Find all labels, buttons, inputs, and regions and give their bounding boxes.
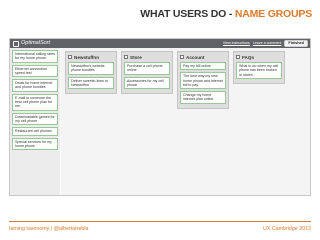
group-name[interactable]: Newstuffnn	[74, 55, 99, 60]
group-name[interactable]: Account	[186, 55, 204, 60]
slide-title-part2: NAME GROUPS	[234, 8, 312, 20]
card[interactable]: Downloadable games for my cell phone	[12, 112, 58, 126]
app-logo: OptimalSort	[13, 40, 50, 47]
finished-button[interactable]: Finished	[284, 40, 308, 47]
logo-text: OptimalSort	[21, 40, 51, 46]
group-header: Account	[180, 54, 226, 60]
group-account[interactable]: Account Pay my bill online The best way …	[177, 51, 229, 109]
expand-icon[interactable]	[180, 55, 184, 59]
group-faqs[interactable]: FAQs What to do when my cell phone has b…	[233, 51, 285, 84]
card[interactable]: Pay my bill online	[180, 62, 226, 71]
expand-icon[interactable]	[236, 55, 240, 59]
card[interactable]: E-mail to someone the best cell phone pl…	[12, 93, 58, 111]
app-bar: OptimalSort View instructions Leave a co…	[10, 39, 310, 48]
group-header: Store	[124, 54, 170, 60]
group-name[interactable]: FAQs	[242, 55, 254, 60]
view-instructions-link[interactable]: View instructions	[223, 40, 250, 47]
footer-credit: taming taxonomy | @albertatrebla	[9, 226, 89, 232]
expand-icon[interactable]	[124, 55, 128, 59]
unsorted-cards-panel: International calling rates for my home …	[10, 48, 60, 195]
card[interactable]: Deals for home internet and phone bundle…	[12, 79, 58, 92]
group-header: Newstuffnn	[68, 54, 114, 60]
sort-area: Newstuffnn Newstuffnn's website phone bu…	[61, 48, 310, 195]
footer-event: UX Cambridge 2013	[263, 226, 311, 232]
groups-row: Newstuffnn Newstuffnn's website phone bu…	[65, 51, 306, 109]
card[interactable]: Deliver sweetin-lines to Newstuffnn	[68, 76, 114, 90]
footer-divider	[9, 221, 311, 222]
card-sort-screenshot: OptimalSort View instructions Leave a co…	[9, 38, 311, 196]
card[interactable]: Newstuffnn's website phone bundles	[68, 62, 114, 75]
group-header: FAQs	[236, 54, 282, 60]
card[interactable]: Ethernet connection speed test	[12, 64, 58, 78]
card[interactable]: What to do when my cell phone has been b…	[236, 62, 282, 79]
slide-title-part1: WHAT USERS DO -	[140, 8, 235, 20]
card[interactable]: Change my home internet plan online	[180, 91, 226, 104]
logo-icon	[13, 40, 19, 47]
slide-title: WHAT USERS DO - NAME GROUPS	[140, 8, 312, 20]
leave-comment-link[interactable]: Leave a comment	[253, 40, 282, 47]
card[interactable]: Accessories for my cell phone	[124, 76, 170, 90]
card[interactable]: Purchase a cell phone online	[124, 62, 170, 75]
card[interactable]: Restaurant cell phones	[12, 127, 58, 136]
group-store[interactable]: Store Purchase a cell phone online Acces…	[121, 51, 173, 95]
group-newstuffnn[interactable]: Newstuffnn Newstuffnn's website phone bu…	[65, 51, 117, 95]
expand-icon[interactable]	[68, 55, 72, 59]
app-bar-links: View instructions Leave a comment Finish…	[223, 40, 308, 47]
card[interactable]: International calling rates for my home …	[12, 50, 58, 63]
card[interactable]: Special services for my home phone	[12, 137, 58, 151]
group-name[interactable]: Store	[130, 55, 142, 60]
card[interactable]: The best way my new home phone and inter…	[180, 72, 226, 90]
